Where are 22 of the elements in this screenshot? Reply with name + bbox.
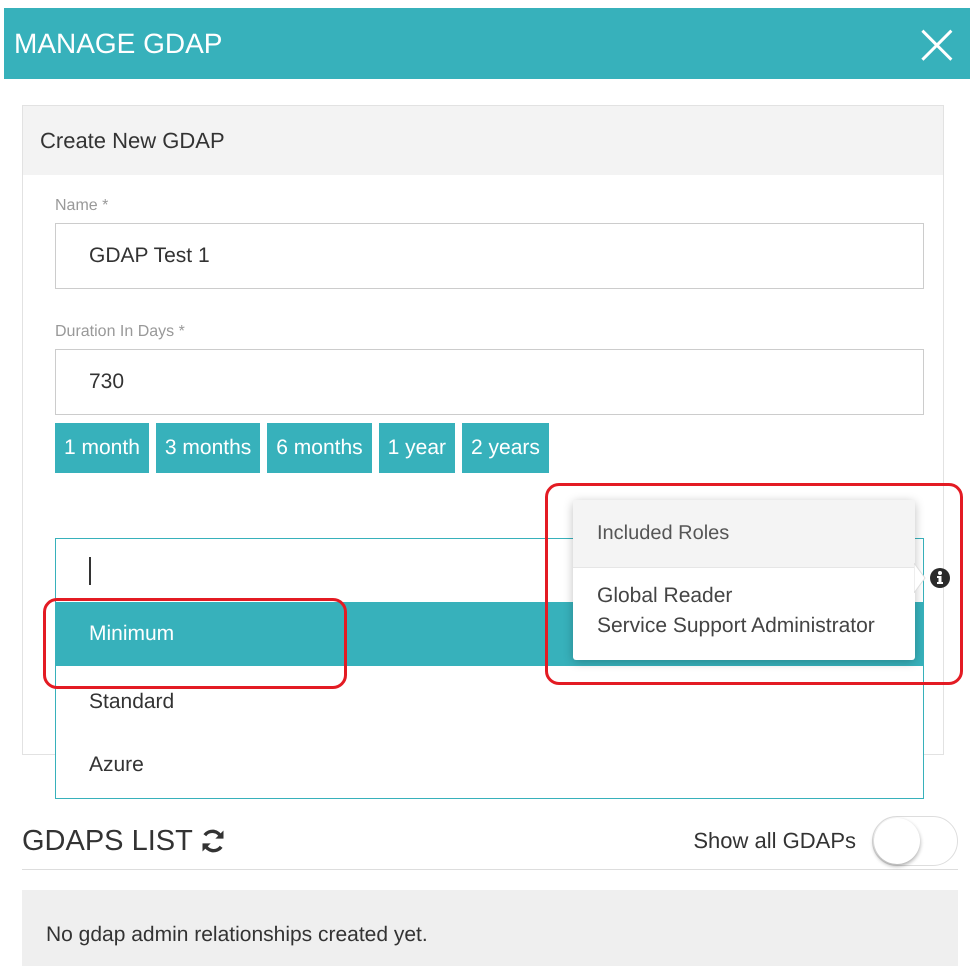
close-button[interactable]: ×	[904, 14, 970, 74]
duration-preset-button[interactable]: 2 years	[462, 423, 549, 473]
input-field[interactable]: GDAP Test 1	[55, 223, 924, 289]
card-title: Create New GDAP	[40, 128, 225, 154]
duration-preset-button[interactable]: 1 year	[378, 423, 456, 473]
field-label: Name *	[55, 197, 110, 215]
window-title: MANAGE GDAP	[14, 28, 222, 60]
dropdown-option[interactable]: Azure	[56, 736, 923, 794]
tooltip-title: Included Roles	[597, 522, 730, 545]
dropdown-option[interactable]: Standard	[56, 668, 923, 736]
toggle-label: Show all GDAPs	[693, 828, 856, 854]
toggle-switch[interactable]	[872, 816, 958, 866]
duration-preset-button[interactable]: 6 months	[267, 423, 372, 473]
section-title: GDAPS LIST	[22, 824, 193, 858]
empty-message: No gdap admin relationships created yet.	[46, 923, 428, 947]
role-name: Service Support Administrator	[597, 614, 876, 638]
input-field[interactable]: 730	[55, 349, 924, 415]
text-cursor	[89, 556, 90, 584]
duration-preset-button[interactable]: 1 month	[55, 423, 149, 473]
duration-preset-button[interactable]: 3 months	[156, 423, 260, 473]
info-icon[interactable]	[929, 567, 951, 589]
field-label: Duration In Days *	[55, 323, 186, 341]
